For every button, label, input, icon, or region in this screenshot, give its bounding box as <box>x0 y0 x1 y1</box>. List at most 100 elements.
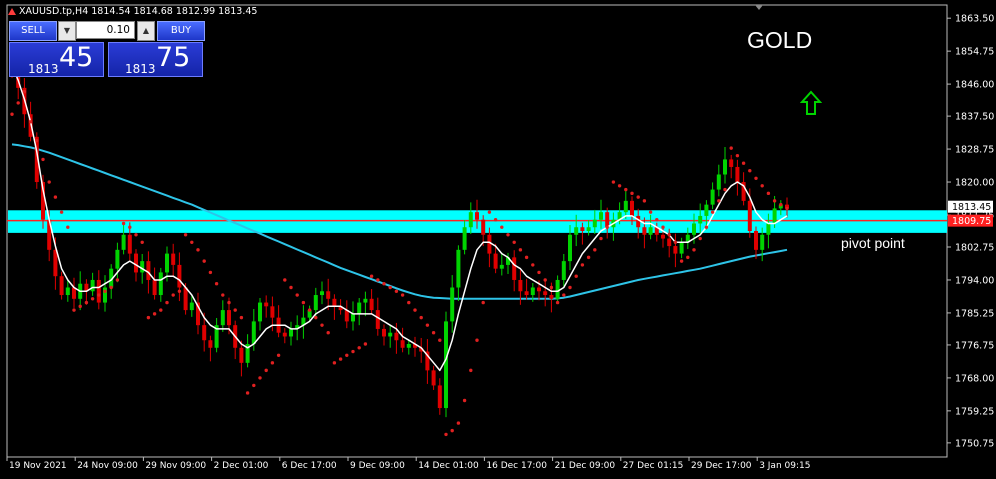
candle-body <box>394 332 399 341</box>
sar-dot <box>524 255 529 260</box>
candle-body <box>456 249 461 288</box>
candle-body <box>258 302 262 322</box>
candle-body <box>220 310 225 326</box>
candle-body <box>642 227 647 235</box>
candle-body <box>760 234 765 250</box>
candle-body <box>710 189 715 205</box>
sar-dot <box>357 346 361 350</box>
lot-size-input[interactable]: 0.10 <box>76 21 135 39</box>
y-tick-label: 1837.50 <box>955 112 994 123</box>
sar-dot <box>673 240 678 244</box>
candle-body <box>351 313 355 322</box>
sar-dot <box>53 195 58 199</box>
sell-button[interactable]: SELL <box>9 21 57 41</box>
sar-dot <box>655 218 659 222</box>
sar-dot <box>35 138 39 143</box>
candle-body <box>264 302 269 307</box>
sar-dot <box>369 274 374 278</box>
candle-body <box>475 212 479 220</box>
candle-body <box>549 295 554 299</box>
buy-button[interactable]: BUY <box>157 21 205 41</box>
symbol-header: XAUUSD.tp,H4 1814.54 1814.68 1812.99 181… <box>8 6 257 17</box>
candle-body <box>121 234 126 250</box>
sar-dot <box>196 248 200 252</box>
sar-dot <box>450 428 454 433</box>
y-tick-label: 1785.25 <box>955 308 994 319</box>
sar-dot <box>233 308 237 312</box>
candle-body <box>282 332 287 337</box>
sar-dot <box>66 225 70 229</box>
candle-body <box>499 264 504 269</box>
sar-dot <box>766 191 771 196</box>
sar-dot <box>283 278 287 282</box>
candle-body <box>382 328 386 337</box>
sar-dot <box>345 353 349 357</box>
sar-dot <box>779 202 783 207</box>
sar-dot <box>264 368 268 373</box>
candle-body <box>723 159 727 175</box>
x-tick-label: 14 Dec 01:00 <box>418 461 479 471</box>
sar-dot <box>190 240 194 244</box>
candle-body <box>772 208 777 224</box>
candle-body <box>183 287 188 311</box>
buy-price-button[interactable]: 1813 75 <box>108 42 203 77</box>
lot-decrease-button[interactable]: ▼ <box>58 21 76 41</box>
sar-dot <box>462 398 467 403</box>
sar-dot <box>90 297 95 301</box>
candle-body <box>444 321 448 409</box>
candle-body <box>586 227 591 231</box>
candle-body <box>375 310 380 329</box>
y-tick-label: 1776.75 <box>955 340 994 351</box>
sar-dot <box>555 300 560 305</box>
sar-dot <box>258 376 262 380</box>
x-tick-label: 19 Nov 2021 <box>9 461 67 471</box>
chart-annotation-title: GOLD <box>747 27 813 53</box>
candle-body <box>704 204 709 216</box>
sar-dot <box>301 300 306 305</box>
lot-increase-button[interactable]: ▲ <box>137 21 155 41</box>
sell-price-button[interactable]: 1813 45 <box>9 42 104 77</box>
chart-window: 1863.50 1854.75 1846.00 1837.50 1828.75 1820.… <box>0 0 996 479</box>
candle-body <box>512 257 517 280</box>
sar-dot <box>28 120 33 124</box>
sar-dot <box>388 285 392 290</box>
sar-dot <box>289 285 293 290</box>
candle-body <box>146 261 151 280</box>
sar-dot <box>543 278 547 282</box>
candle-body <box>574 227 579 235</box>
candle-body <box>450 287 455 322</box>
candle-body <box>189 302 194 311</box>
sar-dot <box>438 338 442 342</box>
y-tick-label: 1768.00 <box>955 373 994 384</box>
symbol-triangle-icon <box>8 8 16 15</box>
sar-dot <box>78 304 82 309</box>
candle-body <box>202 325 207 341</box>
pivot-price-tag: 1809.75 <box>952 216 991 227</box>
candle-body <box>239 347 244 363</box>
sar-dot <box>679 259 684 263</box>
candle-body <box>679 242 684 254</box>
sar-dot <box>326 331 330 335</box>
sar-dot <box>624 187 628 192</box>
sar-dot <box>314 315 318 320</box>
candle-body <box>177 264 182 288</box>
x-tick-label: 29 Nov 09:00 <box>145 461 206 471</box>
sar-dot <box>425 323 430 327</box>
candle-body <box>369 298 374 311</box>
sar-dot <box>531 263 535 267</box>
sar-dot <box>245 391 250 395</box>
sar-dot <box>177 289 182 293</box>
sar-dot <box>227 300 231 305</box>
candle-body <box>140 261 145 273</box>
candle-body <box>270 306 275 318</box>
candle-body <box>524 291 529 296</box>
sar-dot <box>59 210 64 214</box>
sell-price-handle: 1813 <box>28 62 59 76</box>
chevron-up-icon: ▲ <box>142 26 150 35</box>
up-arrow-icon <box>800 90 822 115</box>
candle-body <box>592 219 597 228</box>
x-tick-label: 27 Dec 01:15 <box>623 461 684 471</box>
candle-body <box>406 344 411 348</box>
candle-body <box>59 276 64 296</box>
sar-dot <box>568 285 572 290</box>
